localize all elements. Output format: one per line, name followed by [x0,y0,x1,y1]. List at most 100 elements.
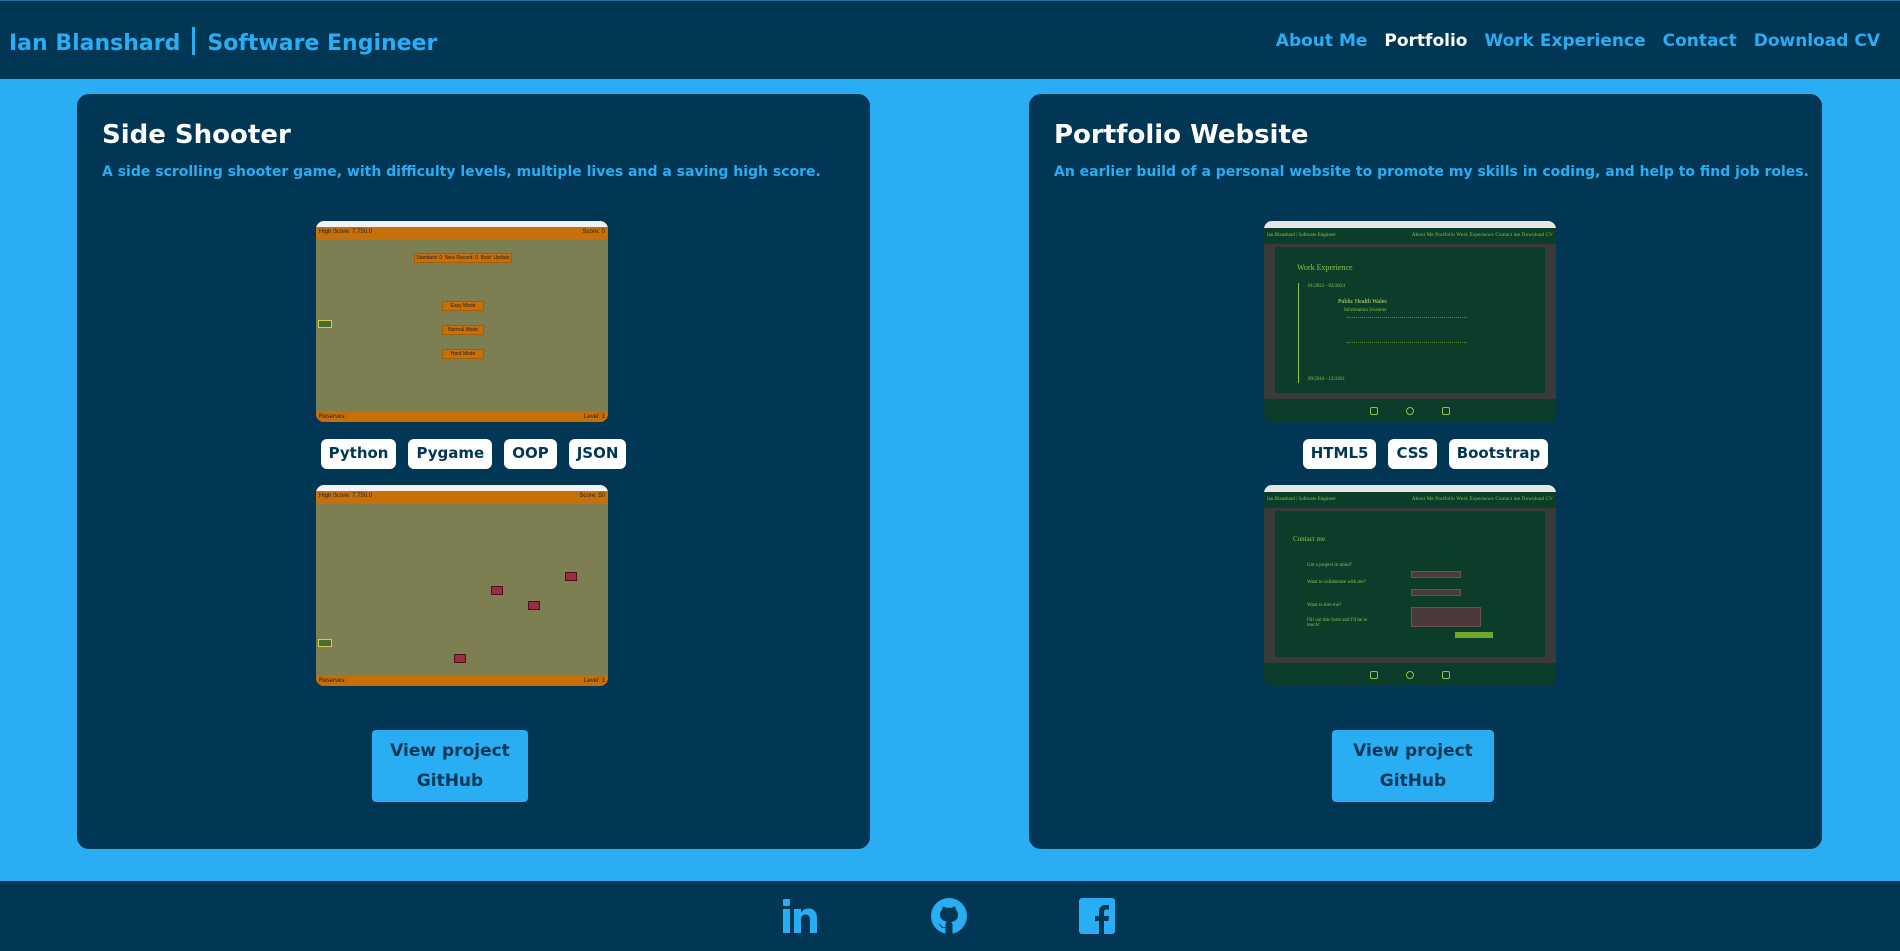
view-project-github-button[interactable]: View project GitHub [372,730,528,802]
easy-mode-button: Easy Mode [442,301,484,311]
form-submit [1455,632,1493,638]
linkedin-icon [1370,406,1378,415]
view-project-github-button[interactable]: View project GitHub [1332,730,1494,802]
player-ship [318,320,332,328]
game-info-item: New Record: 0 [444,255,479,261]
enemy-ship [491,586,503,595]
project-title: Portfolio Website [1054,120,1309,150]
game-info-item: Best: Update [480,255,510,261]
score-text: Score: 50 [579,493,605,499]
window-title-bar [316,485,608,491]
score-text: Score: 0 [582,229,605,235]
timeline-bullets [1347,317,1467,343]
tech-tag: CSS [1388,439,1437,469]
project-title: Side Shooter [102,120,291,150]
hard-mode-button: Hard Mode [442,349,484,359]
normal-mode-button: Normal Mode [442,325,484,335]
high-score-text: High Score: 7,750.0 [319,229,373,235]
site-panel: Work Experience 01/2021 - 03/2024 Public… [1275,247,1545,393]
site-panel: Contact me Got a project in mind? Want t… [1275,511,1545,657]
timeline-date: 01/2021 - 03/2024 [1308,284,1345,289]
game-info-item: Standard: 0 [416,255,443,261]
contact-prompt: Want to hire me? [1307,603,1342,608]
main-nav: About Me Portfolio Work Experience Conta… [1276,31,1880,51]
tech-tag: Bootstrap [1448,439,1549,469]
project-card-portfolio-website: Portfolio Website An earlier build of a … [1029,94,1822,849]
nav-portfolio[interactable]: Portfolio [1384,31,1467,51]
github-icon[interactable] [929,896,969,936]
tech-tags: Python Pygame OOP JSON [77,439,870,469]
player-ship [318,639,332,647]
timeline-employer: Public Health Wales [1338,299,1387,305]
contact-prompt: Fill out this form and I'll be in touch! [1307,618,1368,628]
enemy-ship [565,572,577,581]
enemy-ship [454,654,466,663]
high-score-text: High Score: 7,750.0 [319,493,373,499]
nav-about-me[interactable]: About Me [1276,31,1368,51]
project-screenshot-contact: Ian Blanshard | Software Engineer About … [1264,485,1556,686]
linkedin-icon [1370,670,1378,679]
site-title: Ian Blanshard | Software Engineer [1267,233,1336,238]
browser-bar [1264,485,1556,492]
facebook-icon[interactable] [1077,896,1117,936]
button-line: GitHub [1379,771,1447,791]
tech-tag: Pygame [408,439,493,469]
github-icon [1406,406,1414,415]
enemy-ship [528,601,540,610]
game-info-row: Standard: 0 New Record: 0 Best: Update [414,253,512,263]
site-navbar: Ian Blanshard | Software Engineer About … [1264,228,1556,244]
reserves-text: Reserves: [319,414,347,420]
brand-role: Software Engineer [207,31,438,56]
site-body: Work Experience 01/2021 - 03/2024 Public… [1264,244,1556,399]
site-navbar: Ian Blanshard | Software Engineer About … [1264,492,1556,508]
button-line: GitHub [416,771,484,791]
project-description: A side scrolling shooter game, with diff… [102,164,821,180]
tech-tag: JSON [568,439,627,469]
project-card-side-shooter: Side Shooter A side scrolling shooter ga… [77,94,870,849]
level-text: Level: 1 [583,414,605,420]
site-heading: Work Experience [1297,263,1353,272]
button-line: View project [1353,741,1473,761]
reserves-text: Reserves: [319,678,347,684]
site-body: Contact me Got a project in mind? Want t… [1264,508,1556,663]
level-text: Level: 1 [583,678,605,684]
game-status-bar: Reserves: Level: 1 [316,412,608,422]
site-footer [1264,663,1556,686]
github-icon [1406,670,1414,679]
site-title: Ian Blanshard | Software Engineer [1267,497,1336,502]
site-footer [1264,399,1556,422]
nav-contact[interactable]: Contact [1663,31,1737,51]
tech-tag: Python [320,439,397,469]
tech-tag: OOP [504,439,557,469]
tech-tag: HTML5 [1302,439,1377,469]
brand-name: Ian Blanshard [9,31,181,56]
facebook-icon [1442,406,1450,415]
game-status-bar: Reserves: Level: 1 [316,676,608,686]
footer [0,881,1900,951]
game-score-bar: High Score: 7,750.0 Score: 50 [316,485,608,504]
timeline-date: 09/2016 - 12/2021 [1308,377,1345,382]
window-title-bar [316,221,608,227]
site-links: About Me Portfolio Work Experience Conta… [1411,497,1553,502]
site-links: About Me Portfolio Work Experience Conta… [1411,233,1553,238]
project-screenshot-gameplay: High Score: 7,750.0 Score: 50 Reserves: … [316,485,608,686]
nav-download-cv[interactable]: Download CV [1754,31,1880,51]
linkedin-icon[interactable] [781,896,821,936]
facebook-icon [1442,670,1450,679]
project-screenshot-menu: High Score: 7,750.0 Score: 0 Standard: 0… [316,221,608,422]
form-field [1411,589,1461,596]
nav-work-experience[interactable]: Work Experience [1484,31,1645,51]
site-heading: Contact me [1293,535,1326,543]
project-screenshot-work-experience: Ian Blanshard | Software Engineer About … [1264,221,1556,422]
form-textarea [1411,607,1481,627]
button-line: View project [390,741,510,761]
project-description: An earlier build of a personal website t… [1054,164,1809,180]
brand[interactable]: Ian Blanshard Software Engineer [9,27,437,56]
form-field [1411,571,1461,578]
tech-tags: HTML5 CSS Bootstrap [1029,439,1822,469]
timeline-job-title: Information Scientist [1344,308,1387,313]
game-score-bar: High Score: 7,750.0 Score: 0 [316,221,608,240]
browser-bar [1264,221,1556,228]
timeline-line [1298,283,1299,383]
contact-prompt: Got a project in mind? [1307,563,1352,568]
